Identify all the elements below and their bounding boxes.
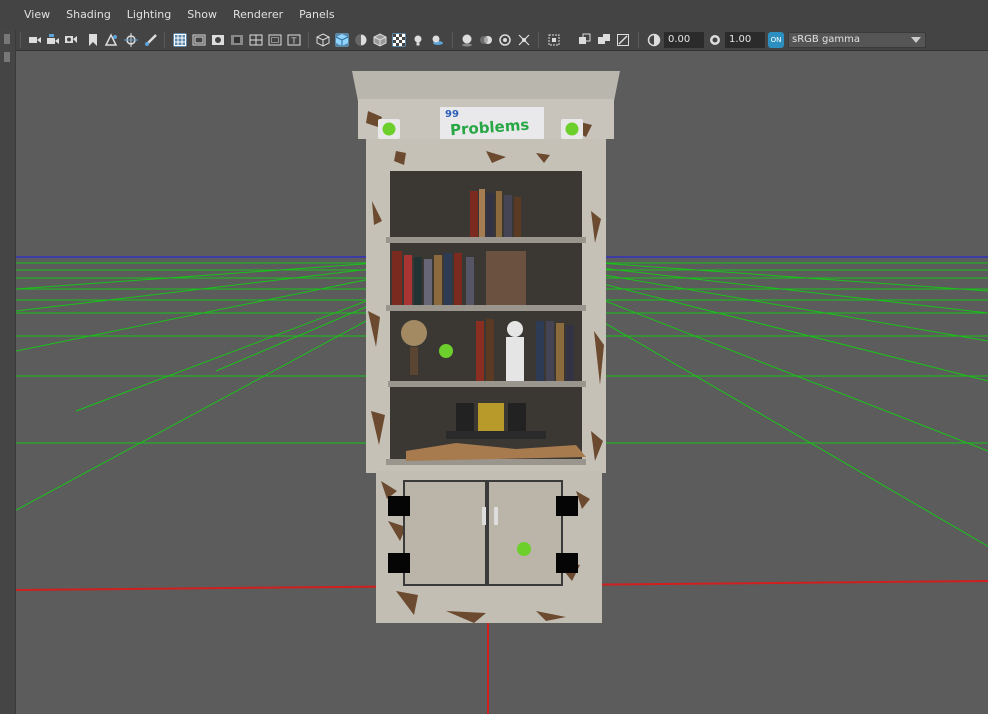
sign-prefix: 99 xyxy=(445,109,459,120)
toolbar-separator xyxy=(20,32,21,48)
wireframe-on-shaded-icon[interactable] xyxy=(373,33,387,47)
exposure-icon[interactable] xyxy=(647,33,661,47)
viewport-3d[interactable]: 99 Problems xyxy=(16,51,988,714)
panel-menu-bar: View Shading Lighting Show Renderer Pane… xyxy=(0,0,988,30)
use-all-lights-icon[interactable] xyxy=(411,33,425,47)
menu-shading[interactable]: Shading xyxy=(58,0,119,30)
left-panel-strip xyxy=(0,30,16,714)
film-gate-icon[interactable] xyxy=(192,33,206,47)
gate-mask-icon[interactable] xyxy=(230,33,244,47)
view-transform-dropdown[interactable]: sRGB gamma xyxy=(788,32,926,48)
grid-icon[interactable] xyxy=(173,33,187,47)
default-material-icon[interactable] xyxy=(354,33,368,47)
gamma-field[interactable]: 1.00 xyxy=(725,32,765,48)
camera-attributes-icon[interactable] xyxy=(46,33,60,47)
safe-title-icon[interactable]: T xyxy=(287,33,301,47)
gamma-icon[interactable] xyxy=(708,33,722,47)
menu-lighting[interactable]: Lighting xyxy=(119,0,179,30)
bookmark-icon[interactable] xyxy=(86,33,100,47)
panel-handle[interactable] xyxy=(4,34,10,44)
bookshelf-model[interactable]: 99 Problems xyxy=(352,71,620,623)
motion-blur-icon[interactable] xyxy=(479,33,493,47)
menu-show[interactable]: Show xyxy=(179,0,225,30)
bookmarks-icon[interactable] xyxy=(64,33,78,47)
smooth-shade-icon[interactable] xyxy=(335,33,349,47)
toolbar-separator xyxy=(538,32,539,48)
image-plane-icon[interactable] xyxy=(104,33,118,47)
resolution-gate-icon[interactable] xyxy=(211,33,225,47)
menu-renderer[interactable]: Renderer xyxy=(225,0,291,30)
isolate-select-icon[interactable] xyxy=(547,33,561,47)
screen-space-ao-icon[interactable] xyxy=(460,33,474,47)
view-transform-value: sRGB gamma xyxy=(792,34,861,45)
textured-icon[interactable] xyxy=(392,33,406,47)
xray-active-components-icon[interactable] xyxy=(616,33,630,47)
safe-action-icon[interactable] xyxy=(268,33,282,47)
shadows-icon[interactable] xyxy=(430,33,444,47)
panel-toolbar: T 0.00 1.00 ON sRGB gamma xyxy=(0,30,988,51)
field-chart-icon[interactable] xyxy=(249,33,263,47)
camera-select-icon[interactable] xyxy=(28,33,42,47)
toolbar-separator xyxy=(452,32,453,48)
panel-handle[interactable] xyxy=(4,52,10,62)
color-management-icon[interactable]: ON xyxy=(768,32,784,48)
grease-pencil-icon[interactable] xyxy=(144,33,158,47)
exposure-field[interactable]: 0.00 xyxy=(664,32,704,48)
xray-joints-icon[interactable] xyxy=(597,33,611,47)
menu-view[interactable]: View xyxy=(16,0,58,30)
xray-icon[interactable] xyxy=(578,33,592,47)
svg-text:T: T xyxy=(291,37,297,46)
multisample-aa-icon[interactable] xyxy=(498,33,512,47)
toolbar-separator xyxy=(164,32,165,48)
depth-of-field-icon[interactable] xyxy=(517,33,531,47)
2d-pan-zoom-icon[interactable] xyxy=(124,33,138,47)
wireframe-icon[interactable] xyxy=(316,33,330,47)
chevron-down-icon xyxy=(911,37,921,43)
toolbar-separator xyxy=(308,32,309,48)
menu-panels[interactable]: Panels xyxy=(291,0,342,30)
toolbar-separator xyxy=(638,32,639,48)
